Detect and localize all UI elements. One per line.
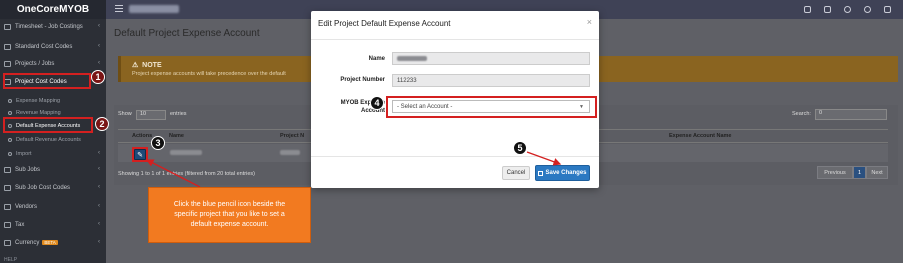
note-text: Project expense accounts will take prece… (132, 71, 286, 77)
menu-toggle-icon[interactable] (115, 5, 123, 12)
swap-icon[interactable] (804, 6, 811, 13)
link-icon (8, 110, 12, 115)
divider (311, 156, 599, 157)
help-icon[interactable] (864, 6, 871, 13)
folder-icon (4, 166, 11, 173)
save-icon (538, 170, 544, 176)
table-info: Showing 1 to 1 of 1 entries (filtered fr… (118, 171, 255, 177)
sidebar-item-vendors[interactable]: Vendors ‹ (0, 200, 106, 213)
step-badge-2: 2 (95, 117, 109, 131)
upload-icon (8, 151, 12, 156)
sidebar-item-label: Tax (15, 221, 25, 228)
pagination-page-1[interactable]: 1 (853, 166, 866, 179)
sidebar-item-import[interactable]: Import ‹ (0, 147, 106, 160)
column-header-actions[interactable]: Actions (132, 133, 152, 139)
sidebar-item-sub-job-cost-codes[interactable]: Sub Job Cost Codes ‹ (0, 181, 106, 194)
sidebar-item-sub-jobs[interactable]: Sub Jobs ‹ (0, 163, 106, 176)
document-icon (4, 43, 11, 50)
organisation-name-redacted (129, 5, 179, 13)
sidebar-section-help: HELP (0, 253, 106, 263)
percent-icon (4, 221, 11, 228)
sidebar-item-tax[interactable]: Tax ‹ (0, 218, 106, 231)
project-number-field[interactable]: 112233 (392, 74, 590, 87)
column-header-name[interactable]: Name (169, 133, 184, 139)
sidebar-item-label: Vendors (15, 203, 38, 210)
step-badge-4: 4 (370, 96, 384, 110)
chevron-left-icon: ‹ (98, 203, 100, 209)
folder-icon (4, 60, 11, 67)
refresh-icon[interactable] (844, 6, 851, 13)
search-label: Search: (792, 111, 811, 117)
pagination-previous[interactable]: Previous (817, 166, 853, 179)
sidebar-item-projects-jobs[interactable]: Projects / Jobs ‹ (0, 57, 106, 70)
modal-title: Edit Project Default Expense Account (318, 19, 451, 28)
timesheet-icon (4, 23, 11, 30)
instruction-callout: Click the blue pencil icon beside the sp… (148, 187, 311, 243)
chevron-left-icon: ‹ (98, 60, 100, 66)
document-icon (4, 184, 11, 191)
page-title: Default Project Expense Account (114, 28, 260, 39)
save-changes-label: Save Changes (545, 170, 587, 176)
project-number-label: Project Number (340, 77, 385, 83)
sidebar-item-currency[interactable]: Currency BETA ‹ (0, 236, 106, 249)
sidebar-item-label: Sub Job Cost Codes (15, 184, 71, 191)
link-icon (8, 98, 12, 103)
sidebar-item-default-revenue-accounts[interactable]: Default Revenue Accounts (0, 133, 106, 146)
project-number-redacted (280, 150, 300, 155)
step-badge-5: 5 (513, 141, 527, 155)
show-label: Show (118, 111, 132, 117)
step-badge-3: 3 (151, 136, 165, 150)
sidebar-item-label: Default Revenue Accounts (16, 136, 81, 143)
entries-per-page-select[interactable]: 10 (136, 110, 166, 120)
sidebar-item-label: Standard Cost Codes (15, 43, 73, 50)
close-icon[interactable]: × (587, 17, 592, 27)
sidebar-item-label: HELP (4, 256, 18, 263)
name-field[interactable] (392, 52, 590, 65)
pagination-next[interactable]: Next (866, 166, 888, 179)
sidebar-item-label: Timesheet - Job Costings (15, 23, 83, 30)
project-name-redacted (170, 150, 202, 155)
sidebar-item-label: Sub Jobs (15, 166, 41, 173)
search-input[interactable]: 0 (815, 109, 887, 120)
beta-badge: BETA (42, 240, 58, 245)
sidebar-item-standard-cost-codes[interactable]: Standard Cost Codes ‹ (0, 40, 106, 53)
column-header-expense-account-name[interactable]: Expense Account Name (669, 133, 731, 139)
note-title: ⚠ NOTE (132, 62, 162, 69)
chevron-left-icon: ‹ (98, 23, 100, 29)
sliders-icon[interactable] (824, 6, 831, 13)
cancel-button[interactable]: Cancel (502, 166, 530, 180)
sidebar-item-label: Currency (15, 239, 40, 246)
currency-icon (4, 239, 11, 246)
chevron-left-icon: ‹ (98, 221, 100, 227)
highlight-box-step2 (3, 117, 93, 133)
highlight-box-step3 (132, 147, 148, 162)
link-icon (8, 137, 12, 142)
sidebar-item-label: Import (16, 150, 32, 157)
highlight-box-step4 (386, 96, 597, 118)
highlight-box-step1 (3, 73, 91, 89)
column-header-project-number[interactable]: Project N (280, 133, 304, 139)
step-badge-1: 1 (91, 70, 105, 84)
settings-icon[interactable] (884, 6, 891, 13)
sidebar-item-label: Projects / Jobs (15, 60, 55, 67)
sidebar-item-label: Expense Mapping (16, 97, 61, 104)
chevron-left-icon: ‹ (98, 43, 100, 49)
chevron-left-icon: ‹ (98, 150, 100, 156)
name-value-redacted (397, 56, 427, 61)
chevron-left-icon: ‹ (98, 239, 100, 245)
divider (311, 39, 599, 40)
chevron-left-icon: ‹ (98, 166, 100, 172)
sidebar-item-label: Revenue Mapping (16, 109, 61, 116)
sidebar-item-timesheet[interactable]: Timesheet - Job Costings ‹ (0, 20, 106, 33)
brand-logo[interactable]: OneCoreMYOB (0, 0, 106, 19)
save-changes-button[interactable]: Save Changes (535, 165, 590, 181)
name-label: Name (368, 56, 385, 62)
entries-label: entries (170, 111, 187, 117)
chevron-left-icon: ‹ (98, 184, 100, 190)
users-icon (4, 203, 11, 210)
